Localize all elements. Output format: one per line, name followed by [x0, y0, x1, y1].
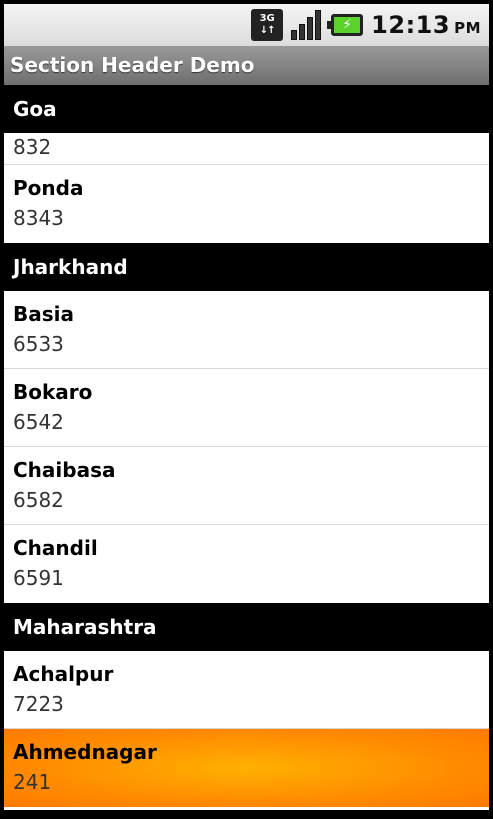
- status-icons: 3G ↓↑ ⚡ 12:13 PM: [251, 4, 481, 46]
- list-item-name: Chandil: [13, 536, 98, 560]
- section-header-goa: Goa: [4, 85, 489, 133]
- app-title: Section Header Demo: [10, 53, 255, 77]
- status-bar: 3G ↓↑ ⚡ 12:13 PM: [4, 4, 489, 46]
- list-item-code: 8343: [13, 206, 64, 230]
- section-header-label: Maharashtra: [13, 615, 157, 639]
- list-item-name: Chaibasa: [13, 458, 116, 482]
- device-screen: 3G ↓↑ ⚡ 12:13 PM Section Header Demo Goa …: [0, 0, 493, 819]
- list-item-code: 7223: [13, 692, 64, 716]
- list-item-name: Bokaro: [13, 380, 93, 404]
- section-header-jharkhand: Jharkhand: [4, 243, 489, 291]
- list-item-name: Ponda: [13, 176, 84, 200]
- section-header-label: Jharkhand: [13, 255, 128, 279]
- battery-charging-icon: ⚡: [327, 14, 364, 36]
- list-item[interactable]: 832: [4, 133, 489, 165]
- list-item-selected[interactable]: Ahmednagar 241: [4, 729, 489, 807]
- section-header-maharashtra: Maharashtra: [4, 603, 489, 651]
- clock-ampm: PM: [454, 19, 481, 37]
- list-item-code: 6582: [13, 488, 64, 512]
- app-title-bar: Section Header Demo: [4, 46, 489, 85]
- list-item[interactable]: Achalpur 7223: [4, 651, 489, 729]
- list-item[interactable]: Bokaro 6542: [4, 369, 489, 447]
- list-item[interactable]: Chaibasa 6582: [4, 447, 489, 525]
- list-item-code: 241: [13, 770, 52, 794]
- section-header-label: Goa: [13, 97, 57, 121]
- list-item-code: 6533: [13, 332, 64, 356]
- list-item[interactable]: Chandil 6591: [4, 525, 489, 603]
- list-item-name: Ahmednagar: [13, 740, 157, 764]
- list-item-name: Achalpur: [13, 662, 114, 686]
- list-item-code: 6542: [13, 410, 64, 434]
- clock: 12:13 PM: [371, 11, 481, 39]
- list-item-code: 832: [13, 135, 52, 159]
- signal-strength-icon: [291, 10, 323, 40]
- network-3g-icon: 3G ↓↑: [251, 9, 284, 41]
- list-item[interactable]: Basia 6533: [4, 291, 489, 369]
- list-item[interactable]: Ponda 8343: [4, 165, 489, 243]
- section-list[interactable]: Goa 832 Ponda 8343 Jharkhand Basia 6533 …: [4, 85, 489, 810]
- list-item-name: Basia: [13, 302, 74, 326]
- clock-time: 12:13: [371, 11, 451, 39]
- network-type: 3G: [259, 13, 275, 24]
- list-item-code: 6591: [13, 566, 64, 590]
